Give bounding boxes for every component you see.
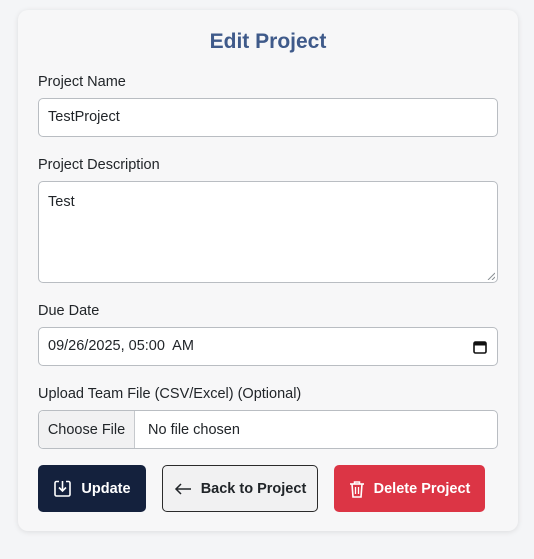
project-description-textarea[interactable]: Test — [38, 181, 498, 283]
save-download-icon — [54, 480, 72, 497]
file-status-text: No file chosen — [148, 422, 240, 438]
project-description-label: Project Description — [38, 157, 160, 173]
trash-icon — [349, 480, 364, 498]
upload-file-input[interactable]: Choose File No file chosen — [38, 410, 498, 449]
back-to-project-label: Back to Project — [200, 480, 307, 497]
page-title: Edit Project — [209, 30, 327, 53]
project-name-input[interactable]: TestProject — [38, 98, 498, 137]
choose-file-button[interactable]: Choose File — [39, 411, 135, 448]
update-button[interactable]: Update — [38, 465, 146, 512]
due-date-input[interactable]: 09/26/2025, 05:00 AM — [38, 327, 498, 366]
back-to-project-button[interactable]: Back to Project — [162, 465, 318, 512]
calendar-icon[interactable] — [473, 340, 487, 354]
resize-grip-icon[interactable] — [487, 272, 495, 280]
upload-team-file-label: Upload Team File (CSV/Excel) (Optional) — [38, 386, 302, 402]
due-date-value: 09/26/2025, 05:00 AM — [48, 338, 194, 354]
delete-project-button[interactable]: Delete Project — [334, 465, 485, 512]
project-name-label: Project Name — [38, 74, 126, 90]
delete-project-label: Delete Project — [373, 480, 471, 497]
arrow-left-icon — [174, 482, 191, 495]
edit-project-card: Edit Project Project Name TestProject Pr… — [18, 10, 518, 531]
due-date-label: Due Date — [38, 303, 100, 319]
project-name-value: TestProject — [48, 109, 120, 125]
project-description-value: Test — [48, 194, 75, 210]
update-button-label: Update — [81, 480, 131, 497]
